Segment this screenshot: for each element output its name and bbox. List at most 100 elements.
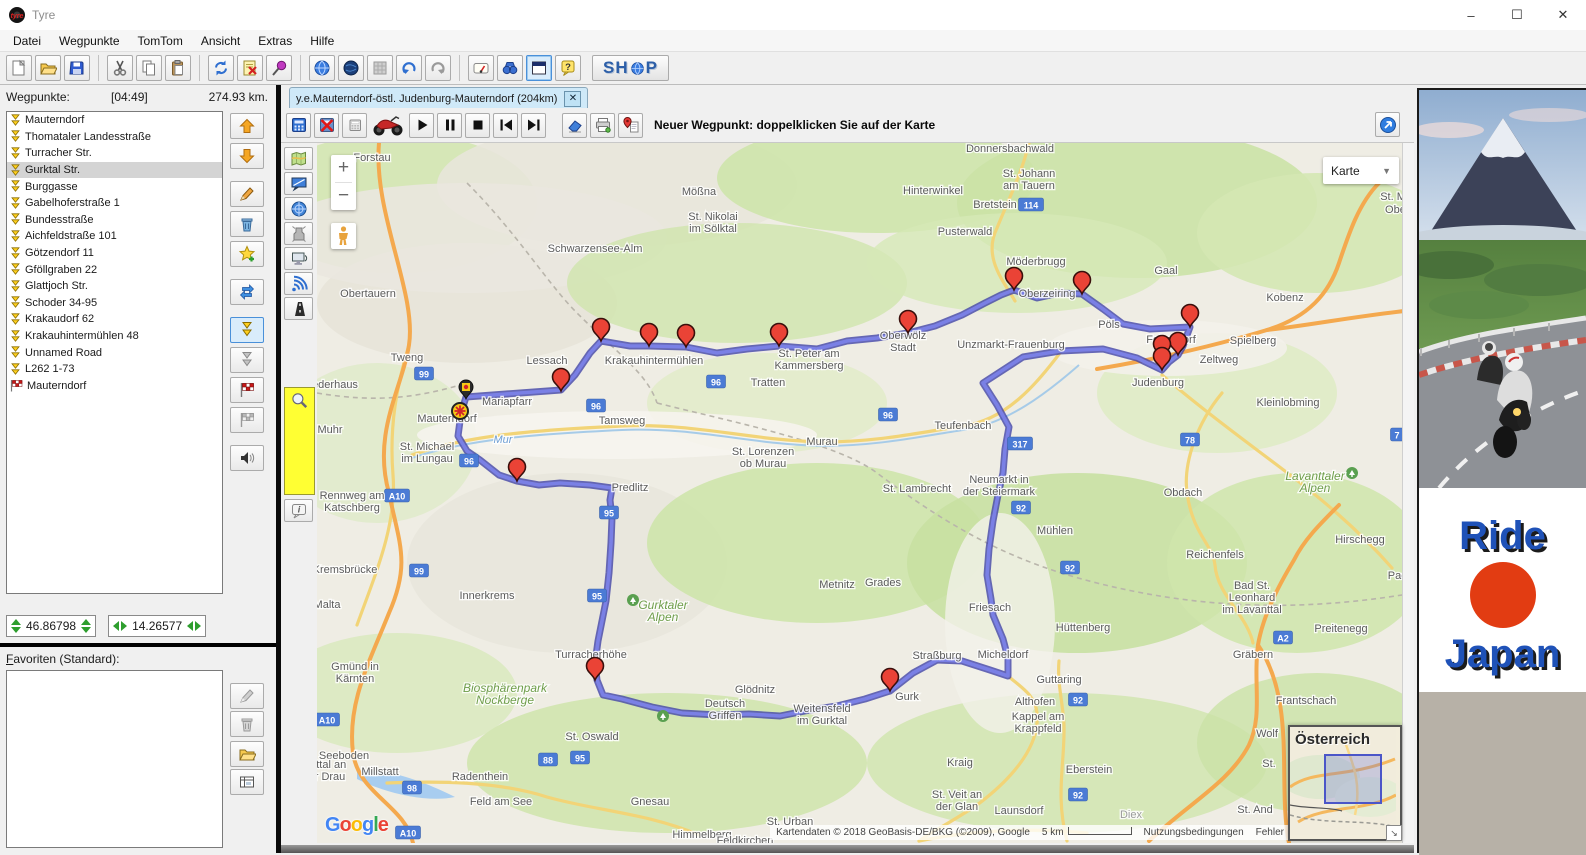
wireless-button[interactable]	[284, 272, 313, 295]
lon-left-right-icon[interactable]	[187, 621, 201, 631]
waypoint-item[interactable]: Götzendorf 11	[7, 245, 222, 262]
flag-start-button[interactable]	[230, 377, 264, 403]
save-file-button[interactable]	[64, 55, 90, 81]
play-button[interactable]	[409, 113, 434, 138]
waypoint-item[interactable]: Mauterndorf	[7, 378, 222, 395]
map-disabled-button[interactable]	[367, 55, 393, 81]
inset-collapse-icon[interactable]: ↘	[1386, 825, 1402, 841]
open-file-button[interactable]	[35, 55, 61, 81]
map-type-selector[interactable]: Karte ▼	[1323, 157, 1399, 184]
quick-calculate-button[interactable]	[342, 113, 367, 138]
waypoint-item[interactable]: Gabelhoferstraße 1	[7, 195, 222, 212]
help-button[interactable]: ?	[555, 55, 581, 81]
eraser-button[interactable]	[562, 113, 587, 138]
refresh-route-button[interactable]	[208, 55, 234, 81]
collapse-waypoints-button[interactable]	[230, 347, 264, 373]
show-map-button[interactable]	[284, 147, 313, 170]
maximize-button[interactable]: ☐	[1494, 0, 1540, 30]
show-poi-button[interactable]	[284, 222, 313, 245]
lat-up-down-icon[interactable]	[11, 619, 21, 633]
search-binoculars-button[interactable]	[497, 55, 523, 81]
close-button[interactable]: ✕	[1540, 0, 1586, 30]
waypoint-item[interactable]: Krakaudorf 62	[7, 311, 222, 328]
report-error-link[interactable]: Fehler	[1250, 825, 1290, 840]
zoom-in-button[interactable]: +	[331, 155, 356, 182]
shop-button[interactable]: SHP	[592, 55, 669, 81]
edit-waypoint-button[interactable]	[230, 181, 264, 207]
stop-button[interactable]	[465, 113, 490, 138]
waypoints-list[interactable]: MauterndorfThomataler LandesstraßeTurrac…	[6, 111, 223, 594]
waypoint-item[interactable]: Gurktal Str.	[7, 162, 222, 179]
export-waypoints-button[interactable]	[618, 113, 643, 138]
show-device-button[interactable]	[284, 247, 313, 270]
lat-up-down-icon[interactable]	[81, 619, 91, 633]
waypoint-item[interactable]: Gföllgraben 22	[7, 261, 222, 278]
cancel-calculation-button[interactable]	[314, 113, 339, 138]
reverse-route-button[interactable]	[230, 279, 264, 305]
new-file-button[interactable]	[6, 55, 32, 81]
waypoint-item[interactable]: Burggasse	[7, 178, 222, 195]
map-canvas[interactable]: 99991149696969631792929292959595889878A1…	[317, 143, 1414, 843]
cut-button[interactable]	[107, 55, 133, 81]
recalculate-button[interactable]	[237, 55, 263, 81]
waypoint-item[interactable]: Thomataler Landesstraße	[7, 129, 222, 146]
terms-link[interactable]: Nutzungsbedingungen	[1138, 825, 1250, 840]
edit-favorite-button[interactable]	[230, 683, 264, 709]
map-image[interactable]: 99991149696969631792929292959595889878A1…	[317, 143, 1414, 843]
paste-button[interactable]	[165, 55, 191, 81]
ad-banner[interactable]: Ride Japan	[1417, 88, 1586, 853]
tab-close-icon[interactable]: ✕	[564, 91, 581, 107]
lon-left-right-icon[interactable]	[113, 621, 127, 631]
window-layout-button[interactable]	[526, 55, 552, 81]
print-button[interactable]	[590, 113, 615, 138]
waypoint-item[interactable]: L262 1-73	[7, 361, 222, 378]
overview-inset-map[interactable]: Österreich ↘	[1288, 725, 1402, 841]
show-globe-button[interactable]	[284, 197, 313, 220]
waypoint-item[interactable]: Schoder 34-95	[7, 295, 222, 312]
navigate-external-button[interactable]	[1375, 112, 1400, 137]
waypoint-item[interactable]: Unnamed Road	[7, 344, 222, 361]
copy-button[interactable]	[136, 55, 162, 81]
info-button[interactable]: i	[284, 499, 313, 522]
longitude-spinner[interactable]: 14.26577	[108, 615, 206, 637]
route-start-marker[interactable]	[452, 403, 468, 419]
redo-button[interactable]	[425, 55, 451, 81]
menu-extras[interactable]: Extras	[249, 32, 301, 50]
pegman-control[interactable]	[331, 223, 356, 249]
inset-viewport[interactable]	[1324, 754, 1382, 804]
google-earth-button[interactable]	[338, 55, 364, 81]
menu-wegpunkte[interactable]: Wegpunkte	[50, 32, 129, 50]
route-tab[interactable]: y.e.Mauterndorf-östl. Judenburg-Mauternd…	[289, 87, 588, 109]
pause-button[interactable]	[437, 113, 462, 138]
waypoint-item[interactable]: Turracher Str.	[7, 145, 222, 162]
map-scrollbar[interactable]	[1402, 143, 1414, 843]
waypoint-item[interactable]: Glattjoch Str.	[7, 278, 222, 295]
latitude-spinner[interactable]: 46.86798	[6, 615, 96, 637]
add-favorite-button[interactable]	[230, 241, 264, 267]
show-roadbook-button[interactable]	[284, 297, 313, 320]
menu-ansicht[interactable]: Ansicht	[192, 32, 249, 50]
pushpin-button[interactable]	[266, 55, 292, 81]
waypoint-item[interactable]: Aichfeldstraße 101	[7, 228, 222, 245]
internet-globe-button[interactable]	[309, 55, 335, 81]
delete-favorite-button[interactable]	[230, 711, 264, 737]
menu-datei[interactable]: Datei	[4, 32, 50, 50]
sound-button[interactable]	[230, 445, 264, 471]
zoom-search-pane[interactable]	[284, 387, 315, 495]
dashboard-button[interactable]	[468, 55, 494, 81]
undo-button[interactable]	[396, 55, 422, 81]
waypoint-item[interactable]: Mauterndorf	[7, 112, 222, 129]
zoom-out-button[interactable]: −	[331, 183, 356, 210]
flag-end-button[interactable]	[230, 407, 264, 433]
expand-waypoints-button[interactable]	[230, 317, 264, 343]
address-card-button[interactable]	[230, 769, 264, 795]
waypoint-item[interactable]: Krakauhintermühlen 48	[7, 328, 222, 345]
favorites-list[interactable]	[6, 670, 223, 848]
open-favorites-button[interactable]	[230, 741, 264, 767]
move-up-button[interactable]	[230, 113, 264, 139]
menu-tomtom[interactable]: TomTom	[129, 32, 192, 50]
move-down-button[interactable]	[230, 143, 264, 169]
waypoint-item[interactable]: Bundesstraße	[7, 212, 222, 229]
show-notes-button[interactable]	[284, 172, 313, 195]
menu-hilfe[interactable]: Hilfe	[301, 32, 343, 50]
